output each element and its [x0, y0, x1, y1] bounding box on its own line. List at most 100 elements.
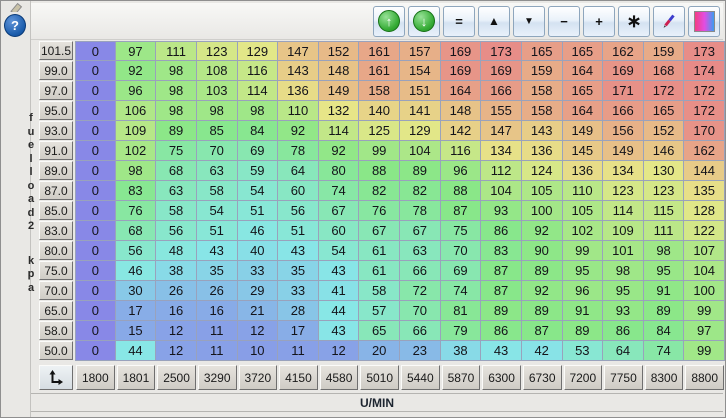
table-cell[interactable]: 130 — [644, 161, 685, 181]
table-cell[interactable]: 64 — [278, 161, 319, 181]
col-header[interactable]: 7200 — [564, 365, 603, 390]
table-cell[interactable]: 155 — [481, 101, 522, 121]
table-cell[interactable]: 54 — [197, 201, 238, 221]
table-cell[interactable]: 89 — [563, 321, 604, 341]
table-cell[interactable]: 54 — [319, 241, 360, 261]
table-cell[interactable]: 111 — [644, 221, 685, 241]
table-cell[interactable]: 0 — [75, 221, 116, 241]
table-cell[interactable]: 87 — [481, 261, 522, 281]
table-cell[interactable]: 63 — [156, 181, 197, 201]
toolbar-button-set-equal[interactable]: = — [443, 6, 475, 37]
table-cell[interactable]: 99 — [684, 301, 725, 321]
table-cell[interactable]: 158 — [522, 81, 563, 101]
table-cell[interactable]: 91 — [563, 301, 604, 321]
table-cell[interactable]: 152 — [319, 41, 360, 61]
table-cell[interactable]: 89 — [156, 121, 197, 141]
table-cell[interactable]: 91 — [644, 281, 685, 301]
table-cell[interactable]: 98 — [603, 261, 644, 281]
table-cell[interactable]: 75 — [156, 141, 197, 161]
table-cell[interactable]: 0 — [75, 261, 116, 281]
table-cell[interactable]: 112 — [481, 161, 522, 181]
table-cell[interactable]: 12 — [238, 321, 279, 341]
table-cell[interactable]: 59 — [238, 161, 279, 181]
col-header[interactable]: 5010 — [360, 365, 399, 390]
table-cell[interactable]: 43 — [319, 261, 360, 281]
table-cell[interactable]: 0 — [75, 201, 116, 221]
table-cell[interactable]: 26 — [197, 281, 238, 301]
table-cell[interactable]: 11 — [197, 321, 238, 341]
row-header[interactable]: 99.0 — [39, 61, 73, 80]
table-cell[interactable]: 86 — [481, 321, 522, 341]
table-cell[interactable]: 114 — [319, 121, 360, 141]
table-cell[interactable]: 74 — [644, 341, 685, 361]
table-cell[interactable]: 70 — [441, 241, 482, 261]
table-cell[interactable]: 154 — [400, 61, 441, 81]
table-cell[interactable]: 87 — [522, 321, 563, 341]
col-header[interactable]: 5870 — [442, 365, 481, 390]
table-cell[interactable]: 58 — [197, 181, 238, 201]
table-cell[interactable]: 96 — [441, 161, 482, 181]
table-cell[interactable]: 105 — [522, 181, 563, 201]
row-header[interactable]: 65.0 — [39, 301, 73, 320]
table-cell[interactable]: 69 — [441, 261, 482, 281]
table-cell[interactable]: 140 — [359, 101, 400, 121]
table-cell[interactable]: 89 — [481, 301, 522, 321]
table-cell[interactable]: 16 — [197, 301, 238, 321]
table-cell[interactable]: 46 — [116, 261, 157, 281]
table-cell[interactable]: 87 — [481, 281, 522, 301]
table-cell[interactable]: 92 — [319, 141, 360, 161]
table-cell[interactable]: 66 — [400, 321, 441, 341]
toolbar-button-add[interactable]: + — [583, 6, 615, 37]
table-cell[interactable]: 95 — [644, 261, 685, 281]
table-cell[interactable]: 81 — [441, 301, 482, 321]
toolbar-button-increase-all-green-up[interactable]: ↑ — [373, 6, 405, 37]
table-cell[interactable]: 108 — [197, 61, 238, 81]
table-cell[interactable]: 92 — [116, 61, 157, 81]
table-cell[interactable]: 23 — [400, 341, 441, 361]
table-cell[interactable]: 12 — [319, 341, 360, 361]
table-cell[interactable]: 28 — [278, 301, 319, 321]
table-cell[interactable]: 92 — [522, 281, 563, 301]
table-cell[interactable]: 48 — [156, 241, 197, 261]
table-cell[interactable]: 51 — [278, 221, 319, 241]
table-cell[interactable]: 132 — [319, 101, 360, 121]
table-cell[interactable]: 158 — [522, 101, 563, 121]
table-cell[interactable]: 38 — [441, 341, 482, 361]
col-header[interactable]: 2500 — [157, 365, 196, 390]
table-cell[interactable]: 74 — [441, 281, 482, 301]
toolbar-button-pencil-edit[interactable] — [653, 6, 685, 37]
table-cell[interactable]: 10 — [238, 341, 279, 361]
table-cell[interactable]: 164 — [563, 61, 604, 81]
table-cell[interactable]: 89 — [400, 161, 441, 181]
table-cell[interactable]: 173 — [684, 41, 725, 61]
table-cell[interactable]: 148 — [319, 61, 360, 81]
table-cell[interactable]: 98 — [156, 81, 197, 101]
table-cell[interactable]: 98 — [644, 241, 685, 261]
table-cell[interactable]: 38 — [156, 261, 197, 281]
table-cell[interactable]: 116 — [238, 61, 279, 81]
table-cell[interactable]: 135 — [684, 181, 725, 201]
table-cell[interactable]: 99 — [359, 141, 400, 161]
table-cell[interactable]: 21 — [238, 301, 279, 321]
table-cell[interactable]: 146 — [644, 141, 685, 161]
table-cell[interactable]: 0 — [75, 121, 116, 141]
table-cell[interactable]: 136 — [563, 161, 604, 181]
table-cell[interactable]: 148 — [441, 101, 482, 121]
table-cell[interactable]: 43 — [197, 241, 238, 261]
table-cell[interactable]: 30 — [116, 281, 157, 301]
table-cell[interactable]: 83 — [481, 241, 522, 261]
table-cell[interactable]: 114 — [238, 81, 279, 101]
col-header[interactable]: 8300 — [645, 365, 684, 390]
table-cell[interactable]: 164 — [563, 101, 604, 121]
table-cell[interactable]: 171 — [603, 81, 644, 101]
table-cell[interactable]: 0 — [75, 161, 116, 181]
table-cell[interactable]: 149 — [563, 121, 604, 141]
table-cell[interactable]: 96 — [563, 281, 604, 301]
table-cell[interactable]: 87 — [441, 201, 482, 221]
table-cell[interactable]: 147 — [278, 41, 319, 61]
table-cell[interactable]: 54 — [238, 181, 279, 201]
table-cell[interactable]: 143 — [522, 121, 563, 141]
table-cell[interactable]: 169 — [441, 41, 482, 61]
col-header[interactable]: 3720 — [239, 365, 278, 390]
table-cell[interactable]: 35 — [278, 261, 319, 281]
